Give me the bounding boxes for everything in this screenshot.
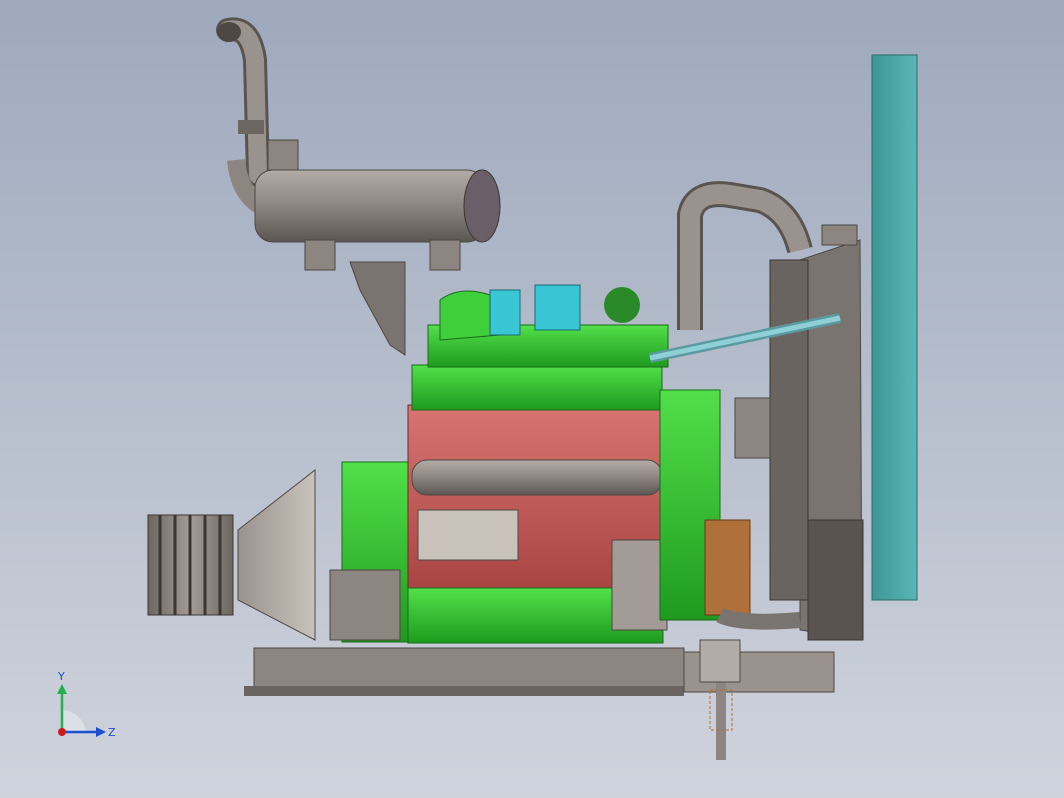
engine-model[interactable] (0, 0, 1064, 798)
cad-viewport[interactable] (0, 0, 1064, 798)
coordinate-triad: Y Z (40, 670, 130, 750)
engine-block[interactable] (407, 404, 668, 644)
flywheel-housing[interactable] (329, 461, 413, 643)
lower-hose[interactable] (716, 607, 801, 630)
radiator[interactable] (769, 54, 918, 641)
drive-pulley[interactable] (147, 468, 316, 641)
z-axis-label: Z (108, 726, 116, 739)
base-frame[interactable] (244, 639, 835, 760)
y-axis-label: Y (57, 670, 65, 683)
x-axis-dot (58, 728, 66, 736)
